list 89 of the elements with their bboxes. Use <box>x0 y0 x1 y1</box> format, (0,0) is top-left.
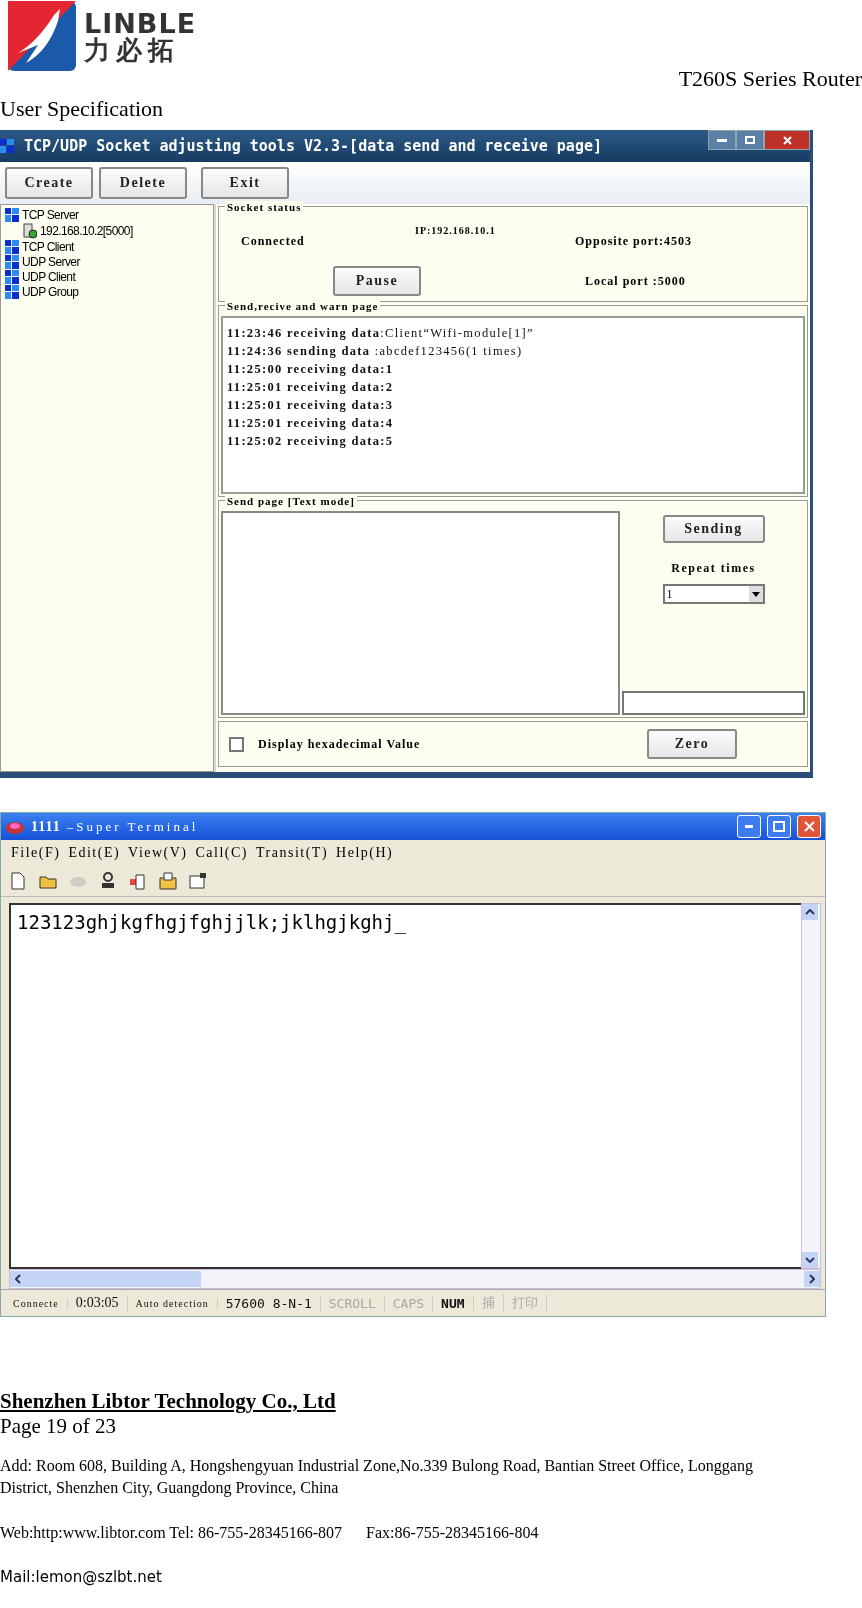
log-line: 11:24:36 sending data :abcdef123456(1 times) <box>227 344 524 359</box>
tree-node-icon <box>5 270 19 284</box>
terminal-text[interactable]: 123123ghjkgfhgjfghjjlk;jklhgjkghj_ <box>9 903 801 1269</box>
log-line: 11:25:01 receiving data:2 <box>227 380 395 395</box>
status-cell: SCROLL <box>320 1295 385 1311</box>
status-cell: Connecte <box>5 1297 68 1309</box>
horizontal-scrollbar[interactable] <box>9 1269 821 1289</box>
app-icon <box>0 139 14 153</box>
menu-item[interactable]: Call(C) <box>195 845 249 861</box>
properties-icon[interactable] <box>189 872 207 890</box>
logo-wordmark: LINBLE <box>84 9 197 37</box>
receive-icon[interactable] <box>159 872 177 890</box>
log-line: 11:25:01 receiving data:3 <box>227 398 395 413</box>
status-cell: NUM <box>433 1295 474 1311</box>
tree-item[interactable]: UDP Group <box>22 285 79 299</box>
minimize-icon <box>717 138 727 142</box>
log-line: 11:25:02 receiving data:5 <box>227 434 395 449</box>
toolbar-button[interactable]: Delete <box>99 167 187 199</box>
menu-item[interactable]: File(F) <box>11 845 61 861</box>
vertical-scrollbar[interactable] <box>801 903 821 1269</box>
product-name: T260S Series Router <box>678 66 862 92</box>
connection-icon <box>23 223 37 239</box>
log-line: 11:25:01 receiving data:4 <box>227 416 395 431</box>
logo-icon <box>8 1 76 71</box>
log-line: 11:25:00 receiving data:1 <box>227 362 395 377</box>
hex-checkbox[interactable] <box>229 736 244 752</box>
new-icon[interactable] <box>9 872 27 890</box>
tree-item[interactable]: 192.168.10.2[5000] <box>40 224 133 238</box>
page-number: Page 19 of 23 <box>0 1414 118 1439</box>
toolbar-button[interactable]: Exit <box>201 167 289 199</box>
tree-item[interactable]: UDP Client <box>22 270 76 284</box>
maximize-button[interactable] <box>736 130 764 150</box>
close-button[interactable] <box>764 130 810 150</box>
hangup-icon[interactable] <box>99 872 117 890</box>
address-text: Add: Room 608, Building A, Hongshengyuan Industrial Zone,No.339 Bulong Road, Bantian Street Office, Longgang District, Shenzhen City, Guangdong Province, China <box>0 1456 754 1499</box>
status-cell: 捕 <box>473 1294 504 1312</box>
hex-label: Display hexadecimal Value <box>258 736 422 752</box>
maximize-icon <box>773 821 785 832</box>
minimize-button[interactable] <box>708 130 736 150</box>
group-legend: Socket status <box>225 201 304 213</box>
minimize-icon <box>745 825 753 828</box>
group-legend: Send,recive and warn page <box>225 300 381 312</box>
repeat-times-label: Repeat times <box>671 561 756 576</box>
zero-button[interactable]: Zero <box>647 729 737 759</box>
tree-node-icon <box>5 208 19 222</box>
ip-address: IP:192.168.10.1 <box>415 225 497 236</box>
toolbar-button[interactable]: Create <box>5 167 93 199</box>
web-tel-text: Web:http:www.libtor.com Tel: 86-755-28345166-807 <box>0 1523 342 1542</box>
scroll-down-icon <box>805 1257 815 1263</box>
menu-item[interactable]: Transit(T) <box>256 845 329 861</box>
menu-item[interactable]: View(V) <box>128 845 188 861</box>
maximize-icon <box>745 136 755 144</box>
send-icon[interactable] <box>129 872 147 890</box>
opposite-port: Opposite port:4503 <box>575 233 693 249</box>
status-cell: 57600 8-N-1 <box>217 1295 321 1311</box>
tree-node-icon <box>5 240 19 254</box>
tree-item[interactable]: TCP Client <box>22 240 74 254</box>
tree-item[interactable]: UDP Server <box>22 255 80 269</box>
pause-button[interactable]: Pause <box>333 266 421 296</box>
tree-node-icon <box>5 285 19 299</box>
sending-button[interactable]: Sending <box>662 515 765 543</box>
scroll-up-icon <box>805 909 815 915</box>
close-icon <box>782 135 792 145</box>
status-cell: 0:03:05 <box>67 1295 128 1311</box>
company-name: Shenzhen Libtor Technology Co., Ltd <box>0 1389 337 1414</box>
scroll-left-icon <box>15 1274 21 1284</box>
dropdown-icon <box>748 586 763 602</box>
status-cell: Auto detection <box>127 1297 218 1309</box>
fax-text: Fax:86-755-28345166-804 <box>366 1523 539 1542</box>
window-title: 1111 <box>31 818 61 835</box>
logo-chinese: 力必拓 <box>84 36 181 63</box>
document-title: User Specification <box>0 96 165 122</box>
close-icon <box>803 821 815 832</box>
connection-state: Connected <box>240 233 306 249</box>
status-cell: 打印 <box>503 1294 547 1312</box>
tree-item[interactable]: TCP Server <box>22 208 79 222</box>
log-line: 11:23:46 receiving data:Client“Wifi-module[1]” <box>227 326 535 341</box>
mail-text: Mail:lemon@szlbt.net <box>0 1567 163 1586</box>
local-port: Local port :5000 <box>584 273 687 289</box>
tree-node-icon <box>5 255 19 269</box>
send-text-area[interactable] <box>221 511 620 715</box>
status-cell: CAPS <box>384 1295 434 1311</box>
group-legend: Send page [Text mode] <box>225 495 357 507</box>
window-title: TCP/UDP Socket adjusting tools V2.3-[data send and receive page] <box>24 137 603 155</box>
menu-item[interactable]: Help(H) <box>336 845 394 861</box>
menu-item[interactable]: Edit(E) <box>68 845 121 861</box>
app-name: –Super Terminal <box>66 818 200 835</box>
scroll-right-icon <box>809 1274 815 1284</box>
repeat-times-select[interactable]: 1 <box>662 584 765 604</box>
